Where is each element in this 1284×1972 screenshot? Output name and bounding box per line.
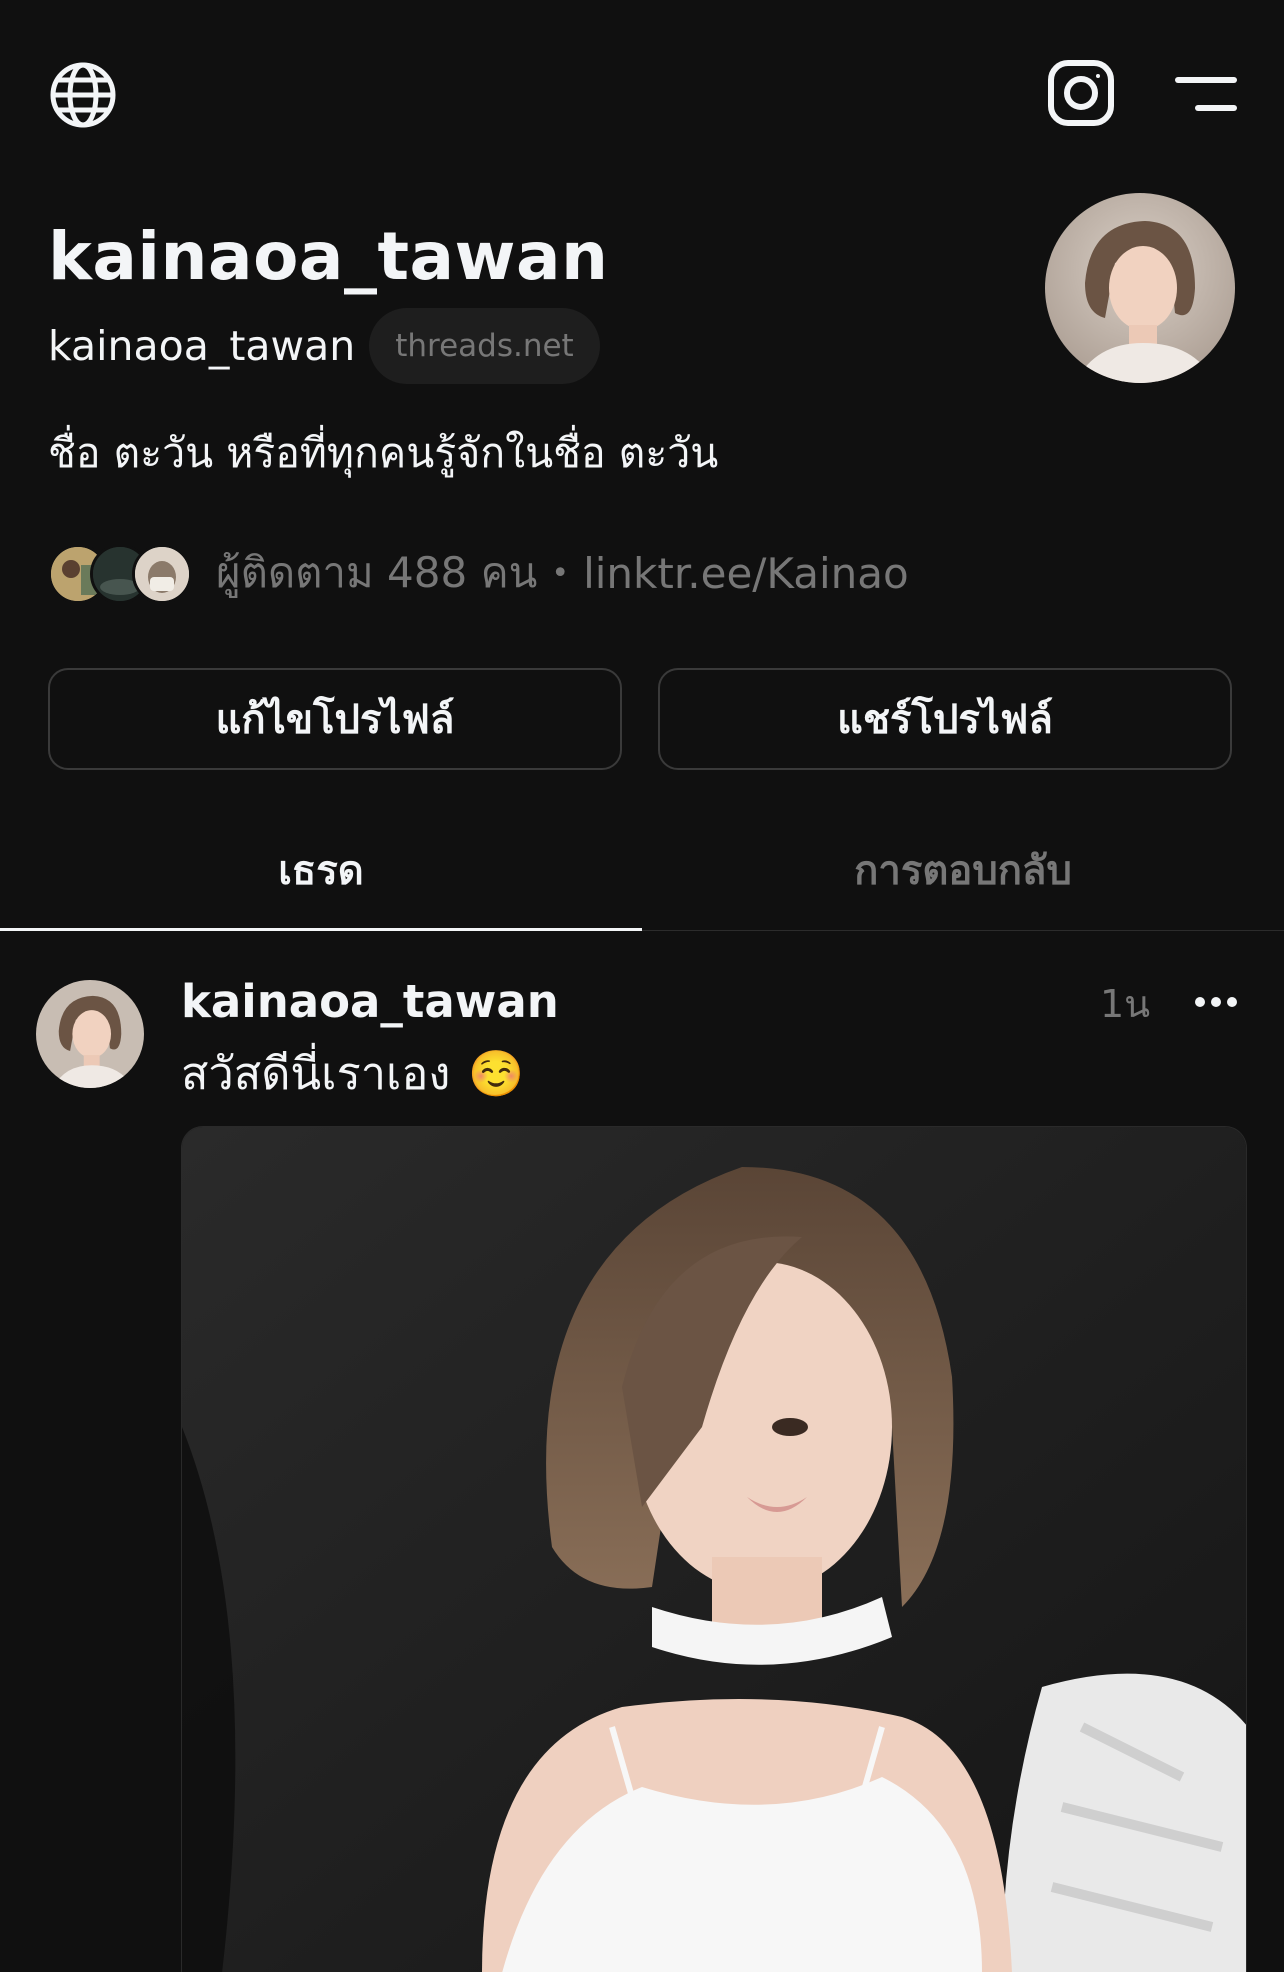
threads-domain-badge[interactable]: threads.net [369, 308, 600, 384]
followers-info: ผู้ติดตาม 488 คน • linktr.ee/Kainao [216, 540, 909, 606]
profile-link[interactable]: linktr.ee/Kainao [583, 549, 909, 598]
follower-avatar [132, 544, 192, 604]
profile-bio: ชื่อ ตะวัน หรือที่ทุกคนรู้จักในชื่อ ตะวั… [48, 429, 719, 477]
tab-threads[interactable]: เธรด [0, 810, 642, 930]
follower-avatars [48, 544, 198, 604]
followers-row[interactable]: ผู้ติดตาม 488 คน • linktr.ee/Kainao [48, 538, 909, 608]
post-text: สวัสดีนี่เราเอง [181, 1047, 451, 1100]
tab-active-indicator [0, 928, 642, 931]
globe-icon[interactable] [48, 60, 118, 130]
share-profile-button[interactable]: แชร์โปรไฟล์ [658, 668, 1232, 770]
edit-profile-button[interactable]: แก้ไขโปรไฟล์ [48, 668, 622, 770]
profile-handle: kainaoa_tawan [48, 322, 356, 370]
instagram-icon[interactable] [1046, 58, 1116, 128]
post-timestamp: 1น [1100, 982, 1151, 1026]
post-photo[interactable] [181, 1126, 1247, 1972]
handle-row: kainaoa_tawan threads.net [48, 308, 600, 384]
post-author-avatar[interactable] [36, 980, 144, 1088]
menu-icon[interactable] [1174, 70, 1238, 118]
separator-dot: • [551, 555, 570, 591]
more-options-icon[interactable] [1186, 980, 1246, 1024]
tab-replies[interactable]: การตอบกลับ [642, 810, 1284, 930]
followers-count[interactable]: ผู้ติดตาม 488 คน [216, 540, 537, 606]
profile-avatar[interactable] [1045, 193, 1235, 383]
post-body: สวัสดีนี่เราเอง ☺️ [181, 1040, 524, 1108]
profile-display-name: kainaoa_tawan [48, 218, 609, 295]
post-author-name[interactable]: kainaoa_tawan [181, 970, 559, 1034]
smiling-emoji-icon: ☺️ [468, 1047, 525, 1100]
